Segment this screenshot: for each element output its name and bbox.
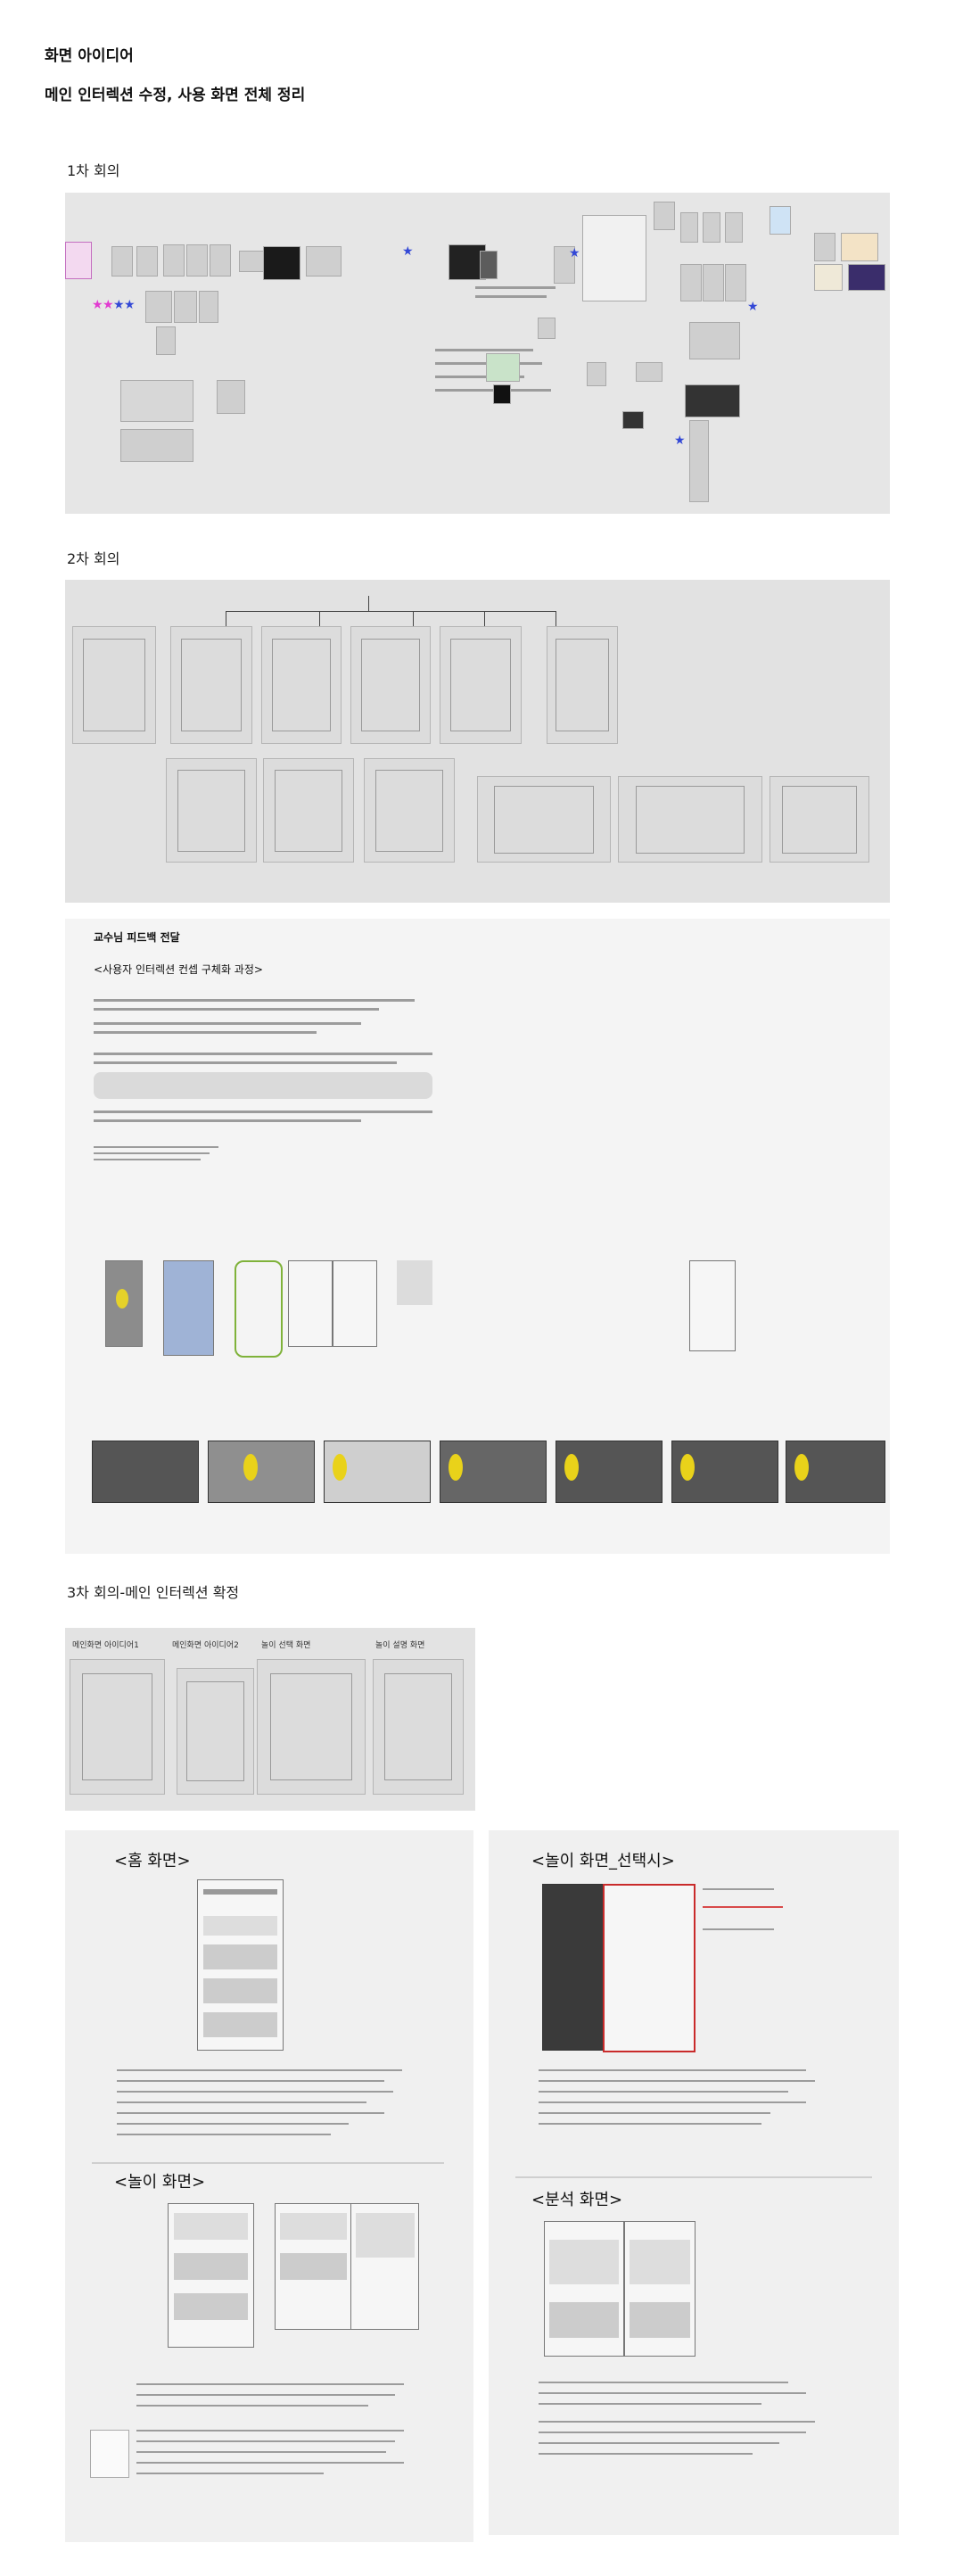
star-icon: ★ xyxy=(569,246,580,260)
board-thumb xyxy=(538,318,556,339)
analysis-title: <분석 화면> xyxy=(531,2191,623,2209)
sketch-thumb xyxy=(477,776,611,863)
board-thumb xyxy=(156,326,176,355)
sketch-thumb xyxy=(364,758,455,863)
feedback-board: 교수님 피드백 전달 <사용자 인터렉션 컨셉 구체화 과정> xyxy=(65,919,890,1554)
board-thumb xyxy=(680,212,698,243)
meeting3-caption: 놀이 설명 화면 xyxy=(375,1641,425,1650)
star-icon: ★ xyxy=(92,298,103,312)
meeting2-board xyxy=(65,580,890,903)
board-thumb xyxy=(120,380,193,422)
meeting3-caption: 메인화면 아이디어1 xyxy=(72,1641,139,1650)
board-thumb xyxy=(65,242,92,279)
sketch-thumb xyxy=(70,1659,165,1795)
meeting2-label: 2차 회의 xyxy=(67,550,120,567)
analysis-mock xyxy=(544,2221,624,2357)
board-thumb xyxy=(136,246,158,277)
meeting3-board: 메인화면 아이디어1 메인화면 아이디어2 놀이 선택 화면 놀이 설명 화면 xyxy=(65,1628,475,1811)
sketch-thumb xyxy=(373,1659,464,1795)
board-thumb xyxy=(174,291,197,323)
sketch-thumb xyxy=(72,626,156,744)
board-thumb xyxy=(217,380,245,414)
board-thumb xyxy=(210,244,231,277)
board-thumb xyxy=(587,362,606,386)
star-icon: ★ xyxy=(124,298,136,312)
board-thumb xyxy=(725,212,743,243)
screen-thumb xyxy=(333,1260,377,1347)
meeting3-caption: 놀이 선택 화면 xyxy=(261,1641,311,1650)
feedback-title: 교수님 피드백 전달 xyxy=(94,931,180,944)
play-screen-title: <놀이 화면> xyxy=(114,2173,206,2192)
board-thumb xyxy=(163,244,185,277)
sketch-thumb xyxy=(261,626,342,744)
sketch-thumb xyxy=(170,626,252,744)
screen-thumb xyxy=(163,1260,214,1356)
sketch-thumb xyxy=(257,1659,366,1795)
meeting1-label: 1차 회의 xyxy=(67,162,120,179)
screens-left-panel: <홈 화면> <놀이 화면> xyxy=(65,1830,473,2542)
sketch-thumb xyxy=(618,776,762,863)
board-thumb xyxy=(814,233,835,261)
star-icon: ★ xyxy=(674,433,686,448)
meeting1-board: ★ ★ ★ ★ ★ ★ ★ ★ xyxy=(65,193,890,514)
sketch-thumb xyxy=(263,758,354,863)
board-thumb xyxy=(199,291,218,323)
star-icon: ★ xyxy=(113,298,125,312)
board-thumb xyxy=(841,233,878,261)
board-thumb xyxy=(703,212,720,243)
board-thumb xyxy=(725,264,746,301)
screens-right-panel: <놀이 화면_선택시> <분석 화면> xyxy=(489,1830,899,2535)
sketch-thumb xyxy=(440,626,522,744)
star-icon: ★ xyxy=(402,244,414,259)
page-title: 화면 아이디어 xyxy=(45,47,134,65)
board-thumb xyxy=(582,215,646,301)
board-thumb xyxy=(680,264,702,301)
feedback-subtitle: <사용자 인터렉션 컨셉 구체화 과정> xyxy=(94,963,263,976)
star-icon: ★ xyxy=(103,298,114,312)
board-thumb xyxy=(120,429,193,462)
sketch-thumb xyxy=(235,1260,283,1358)
board-thumb xyxy=(480,251,498,279)
board-thumb xyxy=(90,2430,129,2478)
screen-thumb xyxy=(689,1260,736,1351)
board-thumb xyxy=(622,411,644,429)
sketch-thumb xyxy=(177,1668,254,1795)
board-thumb xyxy=(685,384,740,417)
board-thumb xyxy=(306,246,342,277)
play-select-title: <놀이 화면_선택시> xyxy=(531,1852,675,1870)
dark-thumb xyxy=(208,1441,315,1503)
board-thumb xyxy=(486,353,520,382)
board-thumb xyxy=(814,264,843,291)
meeting3-caption: 메인화면 아이디어2 xyxy=(172,1641,239,1650)
board-thumb xyxy=(848,264,885,291)
play-screen-mock xyxy=(350,2203,419,2330)
home-screen-title: <홈 화면> xyxy=(114,1852,191,1870)
meeting3-label: 3차 회의-메인 인터렉션 확정 xyxy=(67,1584,240,1601)
board-thumb xyxy=(111,246,133,277)
board-thumb xyxy=(770,206,791,235)
play-screen-mock xyxy=(168,2203,254,2348)
page-subtitle: 메인 인터렉션 수정, 사용 화면 전체 정리 xyxy=(45,87,306,104)
analysis-mock xyxy=(624,2221,696,2357)
sketch-thumb xyxy=(547,626,618,744)
sketch-thumb xyxy=(350,626,431,744)
star-icon: ★ xyxy=(747,300,759,314)
board-thumb xyxy=(703,264,724,301)
play-select-mock xyxy=(603,1884,696,2052)
dark-thumb xyxy=(92,1441,199,1503)
sketch-thumb xyxy=(166,758,257,863)
screen-thumb xyxy=(288,1260,333,1347)
board-thumb xyxy=(689,420,709,502)
board-thumb xyxy=(493,384,511,404)
board-thumb xyxy=(654,202,675,230)
board-thumb xyxy=(186,244,208,277)
sketch-thumb xyxy=(770,776,869,863)
play-screen-mock xyxy=(275,2203,352,2330)
board-thumb xyxy=(263,246,300,280)
board-thumb xyxy=(145,291,172,323)
board-thumb xyxy=(636,362,663,382)
home-screen-mock xyxy=(197,1879,284,2051)
board-thumb xyxy=(689,322,740,359)
